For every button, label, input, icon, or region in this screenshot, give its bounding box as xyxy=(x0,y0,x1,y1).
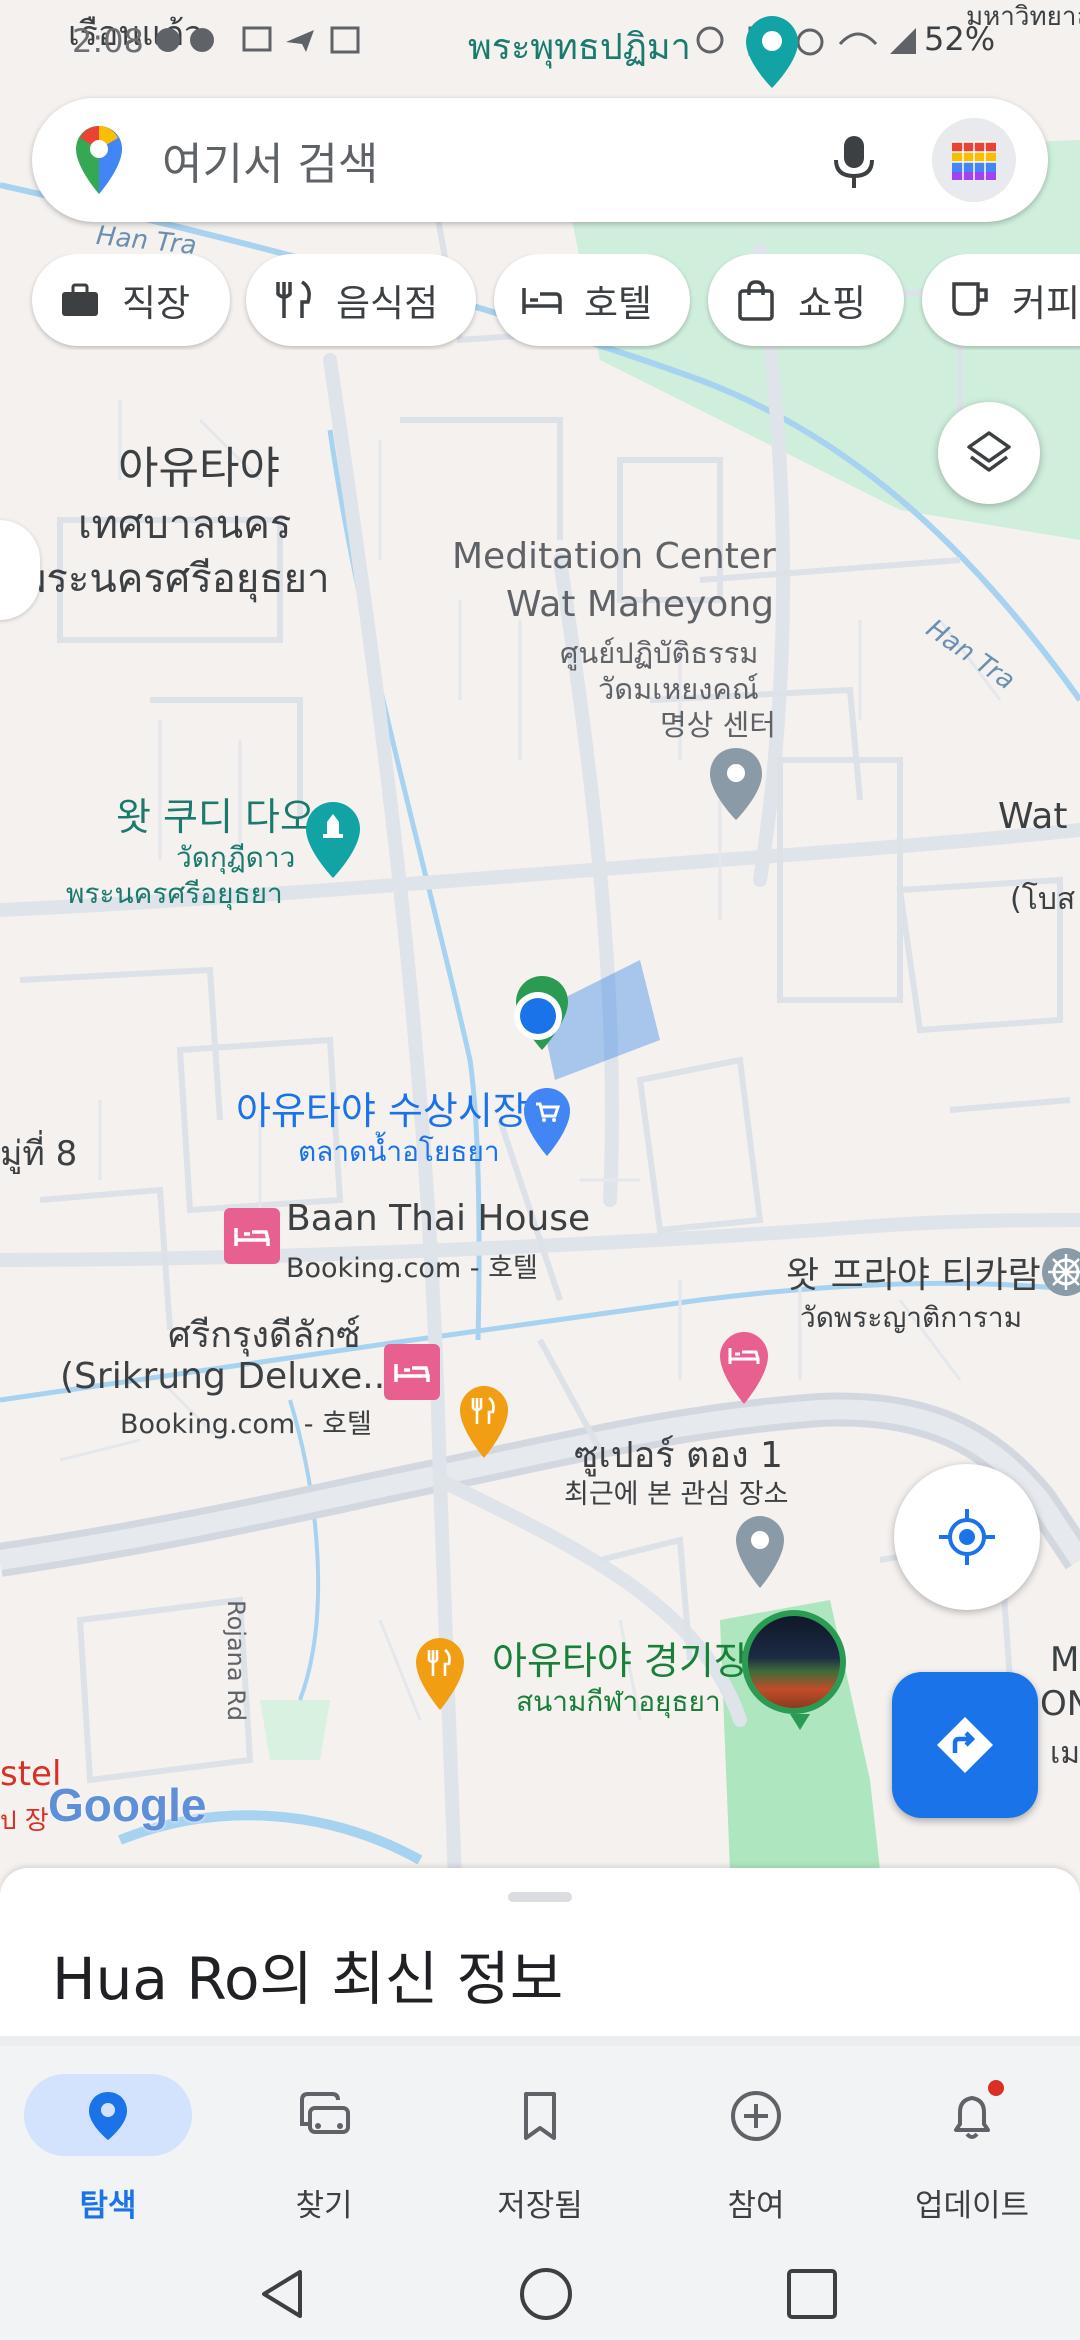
attraction-pin-icon xyxy=(746,16,798,88)
poi-stadium-thai: สนามกีฬาอยุธยา xyxy=(516,1685,721,1718)
chip-hotel[interactable]: 호텔 xyxy=(494,254,690,346)
poi-srikrung-sub: Booking.com - 호텔 xyxy=(120,1409,372,1440)
poi-meditation-line1[interactable]: Meditation Center xyxy=(452,536,776,577)
poi-srikrung[interactable]: (Srikrung Deluxe... xyxy=(60,1356,397,1397)
chip-coffee-label: 커피 xyxy=(1012,282,1080,325)
poi-wat-phraya[interactable]: 왓 프라야 티카람 xyxy=(786,1246,1041,1298)
edge-label-right-2: ON xyxy=(1040,1684,1080,1724)
google-logo: Google xyxy=(48,1779,207,1831)
nav-explore-label: 탐색 xyxy=(79,2188,137,2224)
temple-pin-icon[interactable] xyxy=(304,800,362,880)
poi-wat-partial-thai: (โบส xyxy=(1010,882,1076,917)
gps-crosshair-icon xyxy=(939,1509,995,1565)
poi-floating-market-thai: ตลาดน้ำอโยธยา xyxy=(298,1135,500,1168)
edge-label-left-2: ป 장 xyxy=(0,1806,49,1836)
sheet-drag-handle[interactable] xyxy=(508,1892,572,1902)
search-bar[interactable]: 여기서 검색 xyxy=(32,98,1048,222)
briefcase-icon xyxy=(58,278,102,322)
restaurant-icon xyxy=(272,278,316,322)
district-label-ayutthaya: 아유타야 xyxy=(118,443,280,494)
category-chips: 직장 음식점 호텔 쇼핑 커피 xyxy=(0,254,1080,350)
recents-square-icon[interactable] xyxy=(784,2266,840,2322)
poi-wat-kudi-dao[interactable]: 왓 쿠디 다오 xyxy=(116,786,315,841)
system-navigation-bar xyxy=(0,2256,1080,2340)
chip-hotel-label: 호텔 xyxy=(584,282,653,325)
sheet-title: Hua Ro의 최신 정보 xyxy=(52,1945,564,2013)
bottom-sheet[interactable]: Hua Ro의 최신 정보 xyxy=(0,1868,1080,2036)
nav-explore[interactable]: 탐색 xyxy=(0,2064,216,2254)
commute-car-icon xyxy=(300,2092,350,2134)
my-location-button[interactable] xyxy=(894,1464,1040,1610)
poi-meditation-line2[interactable]: Wat Maheyong xyxy=(506,584,774,625)
chip-restaurant-label: 음식점 xyxy=(336,282,439,325)
notification-icons xyxy=(156,26,360,54)
mic-icon[interactable] xyxy=(826,132,882,192)
ticker-text-center: พระพุทธปฏิมา xyxy=(468,27,691,68)
nav-saved-label: 저장됨 xyxy=(497,2188,583,2224)
chip-work-label: 직장 xyxy=(122,282,191,325)
restaurant-pin-icon-2[interactable] xyxy=(414,1636,466,1712)
bookmark-icon xyxy=(524,2092,556,2140)
explore-pin-icon xyxy=(89,2092,127,2140)
hotel-pin-icon[interactable] xyxy=(718,1330,770,1406)
shopping-pin-icon[interactable] xyxy=(522,1086,572,1158)
search-input-placeholder[interactable]: 여기서 검색 xyxy=(162,128,378,192)
chip-shopping-label: 쇼핑 xyxy=(798,282,867,325)
nav-go-label: 찾기 xyxy=(295,2188,353,2224)
bottom-navigation: 탐색 찾기 저장됨 참여 업데이트 xyxy=(0,2036,1080,2256)
poi-wat-partial: Wat xyxy=(998,796,1068,837)
nav-saved[interactable]: 저장됨 xyxy=(432,2064,648,2254)
layers-button[interactable] xyxy=(938,402,1040,504)
gray-pin-icon-2[interactable] xyxy=(734,1514,786,1590)
coffee-icon xyxy=(948,278,992,322)
home-circle-icon[interactable] xyxy=(518,2266,574,2322)
bell-icon xyxy=(954,2096,990,2139)
poi-meditation-line5: 명상 센터 xyxy=(660,708,776,742)
hotel-icon xyxy=(520,278,564,322)
add-circle-icon xyxy=(731,2091,781,2141)
gray-pin-icon[interactable] xyxy=(708,746,764,822)
road-label-rojana: Rojana Rd xyxy=(222,1600,250,1722)
ticker-text-right: มหาวิทยาลัย ราชมงคล xyxy=(966,2,1080,32)
hotel-marker-icon-2[interactable] xyxy=(384,1344,440,1400)
nav-updates-label: 업데이트 xyxy=(914,2188,1030,2224)
restaurant-pin-icon[interactable] xyxy=(458,1384,510,1460)
chip-work[interactable]: 직장 xyxy=(32,254,230,346)
edge-label-right-3: เม xyxy=(1050,1736,1080,1771)
hotel-marker-icon[interactable] xyxy=(224,1208,280,1264)
my-location-dot xyxy=(514,992,562,1040)
chip-coffee[interactable]: 커피 xyxy=(922,254,1080,346)
layers-icon xyxy=(967,431,1011,472)
nav-contribute[interactable]: 참여 xyxy=(648,2064,864,2254)
poi-baan-thai-house-sub: Booking.com - 호텔 xyxy=(286,1253,538,1284)
area-label-moo: มู่ที่ 8 xyxy=(0,1134,78,1174)
poi-wat-kudi-dao-thai-2: พระนครศรีอยุธยา xyxy=(66,877,283,910)
poi-srikrung-thai[interactable]: ศรีกรุงดีลักซ์ xyxy=(168,1306,361,1363)
nav-go[interactable]: 찾기 xyxy=(216,2064,432,2254)
profile-avatar[interactable] xyxy=(932,118,1016,202)
status-bar: เรือนแก้ว 2:08 พระพุทธปฏิมา 52% มหาวิทยา… xyxy=(0,0,1080,88)
nav-contribute-label: 참여 xyxy=(727,2188,785,2224)
poi-stadium[interactable]: 아유타야 경기장 xyxy=(492,1630,749,1685)
chip-restaurant[interactable]: 음식점 xyxy=(246,254,476,346)
directions-button[interactable] xyxy=(892,1672,1038,1818)
directions-icon xyxy=(937,1717,993,1773)
stadium-photo-marker[interactable] xyxy=(742,1610,846,1730)
poi-baan-thai-house[interactable]: Baan Thai House xyxy=(286,1198,590,1239)
poi-super-tong-sub: 최근에 본 관심 장소 xyxy=(564,1479,789,1510)
maps-pin-logo-icon xyxy=(76,126,122,194)
poi-wat-phraya-thai: วัดพระญาติการาม xyxy=(800,1301,1023,1334)
poi-floating-market[interactable]: 아유타야 수상시장 xyxy=(236,1080,528,1135)
back-triangle-icon[interactable] xyxy=(256,2266,312,2322)
edge-label-right: M xyxy=(1050,1640,1080,1680)
nav-updates[interactable]: 업데이트 xyxy=(864,2064,1080,2254)
updates-badge-dot xyxy=(988,2080,1004,2096)
status-time: 2:08 xyxy=(72,22,144,60)
district-label-thai-2: พระนครศรีอยุธยา xyxy=(20,556,330,602)
chip-shopping[interactable]: 쇼핑 xyxy=(708,254,904,346)
wheel-pin-icon[interactable] xyxy=(1040,1246,1080,1306)
shopping-bag-icon xyxy=(734,278,778,322)
